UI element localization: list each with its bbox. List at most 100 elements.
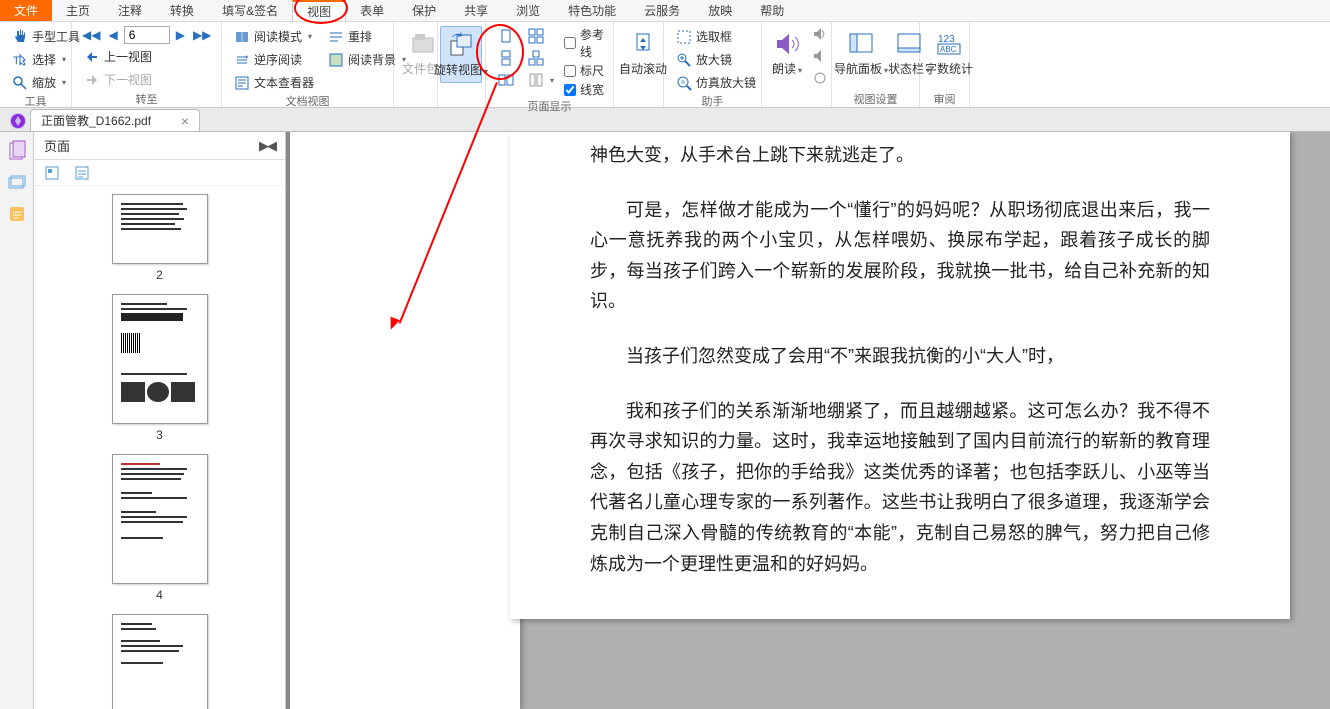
thumbnail-page-5[interactable] (34, 614, 285, 709)
menu-convert[interactable]: 转换 (156, 0, 208, 21)
nav-panel-button[interactable]: 导航面板▾ (840, 26, 882, 81)
hand-icon (12, 29, 28, 45)
text-icon (234, 75, 250, 91)
next-view-label: 下一视图 (104, 71, 152, 88)
menu-slideshow[interactable]: 放映 (694, 0, 746, 21)
ref-line-checkbox[interactable]: 参考线 (564, 26, 605, 60)
menu-browse[interactable]: 浏览 (502, 0, 554, 21)
thumb-tool-1-icon[interactable] (44, 165, 60, 181)
doc-paragraph-3: 当孩子们忽然变成了会用“不”来跟我抗衡的小“大人”时， (590, 341, 1210, 372)
side-bookmark-icon[interactable] (6, 204, 28, 226)
menu-form[interactable]: 表单 (346, 0, 398, 21)
app-icon (9, 112, 27, 130)
side-pages-icon[interactable] (6, 140, 28, 162)
single-page-icon (498, 28, 514, 44)
prev-view-icon (84, 49, 100, 65)
side-layers-icon[interactable] (6, 172, 28, 194)
vol-set-icon[interactable] (812, 70, 828, 86)
group-label-rotate (440, 91, 483, 105)
menu-annotate[interactable]: 注释 (104, 0, 156, 21)
reverse-icon (234, 52, 250, 68)
thumbnail-page-4[interactable]: 4 (34, 454, 285, 602)
page-number-input[interactable] (124, 26, 170, 44)
prev-page-button[interactable]: ◀ (106, 28, 119, 42)
ribbon: 手型工具 T 选择▾ 缩放▾ 工具 ◀◀ ◀ ▶ ▶▶ 上 (0, 22, 1330, 108)
document-view[interactable]: 神色大变，从手术台上跳下来就逃走了。 可是，怎样做才能成为一个“懂行”的妈妈呢？… (286, 132, 1330, 709)
rotate-view-button[interactable]: 旋转视图▾ (440, 26, 482, 83)
reflow-label: 重排 (348, 28, 372, 45)
prev-view-button[interactable]: 上一视图 (80, 46, 213, 67)
pages-thumbnails[interactable]: 2 3 4 (34, 186, 285, 709)
menu-help[interactable]: 帮助 (746, 0, 798, 21)
vol-down-icon[interactable] (812, 48, 828, 64)
read-aloud-button[interactable]: 朗读▾ (770, 26, 804, 81)
ribbon-group-tools: 手型工具 T 选择▾ 缩放▾ 工具 (0, 22, 72, 107)
layout-more-button[interactable]: ▾ (524, 70, 558, 90)
ribbon-group-autoscroll: 自动滚动 (614, 22, 664, 107)
doc-paragraph-2: 可是，怎样做才能成为一个“懂行”的妈妈呢？从职场彻底退出来后，我一心一意抚养我的… (590, 195, 1210, 317)
bg-icon (328, 52, 344, 68)
menu-fillsign[interactable]: 填写&签名 (208, 0, 292, 21)
menu-features[interactable]: 特色功能 (554, 0, 630, 21)
pages-panel-title: 页面 (44, 136, 70, 155)
layout-dual-button[interactable] (524, 26, 558, 46)
layout-cover-button[interactable] (524, 48, 558, 68)
next-view-button[interactable]: 下一视图 (80, 69, 213, 90)
text-viewer-button[interactable]: 文本查看器 (230, 72, 318, 93)
sim-magnifier-button[interactable]: 仿真放大镜 (672, 72, 760, 93)
group-label-goto: 转至 (80, 91, 213, 105)
group-label-filepkg (402, 91, 429, 105)
menu-protect[interactable]: 保护 (398, 0, 450, 21)
menu-home[interactable]: 主页 (52, 0, 104, 21)
word-count-button[interactable]: 123ABC 字数统计 (928, 26, 970, 81)
group-label-tools: 工具 (8, 93, 63, 107)
menu-bar: 文件 主页 注释 转换 填写&签名 视图 表单 保护 共享 浏览 特色功能 云服… (0, 0, 1330, 22)
vol-up-icon[interactable] (812, 26, 828, 42)
select-icon: T (12, 52, 28, 68)
menu-view[interactable]: 视图 (292, 0, 346, 21)
svg-text:123: 123 (938, 34, 955, 45)
marquee-label: 选取框 (696, 28, 732, 45)
thumbnail-page-2[interactable]: 2 (34, 194, 285, 282)
next-page-button[interactable]: ▶ (174, 28, 187, 42)
read-mode-label: 阅读模式 (254, 28, 302, 45)
marquee-button[interactable]: 选取框 (672, 26, 760, 47)
menu-file[interactable]: 文件 (0, 0, 52, 21)
last-page-button[interactable]: ▶▶ (191, 28, 213, 42)
menu-cloud[interactable]: 云服务 (630, 0, 694, 21)
linewidth-checkbox[interactable]: 线宽 (564, 81, 605, 98)
magnifier-button[interactable]: 放大镜 (672, 49, 760, 70)
read-bg-label: 阅读背景 (348, 51, 396, 68)
collapse-panel-button[interactable]: ▶◀ (259, 138, 275, 154)
read-mode-button[interactable]: 阅读模式▾ (230, 26, 318, 47)
svg-text:T: T (13, 55, 20, 67)
layout-facing-button[interactable] (494, 70, 518, 90)
prev-view-label: 上一视图 (104, 48, 152, 65)
menu-share[interactable]: 共享 (450, 0, 502, 21)
document-tab[interactable]: 正面管教_D1662.pdf × (30, 109, 200, 131)
pages-panel-header: 页面 ▶◀ (34, 132, 285, 160)
magnifier-label: 放大镜 (696, 51, 732, 68)
group-label-docview: 文档视图 (230, 93, 385, 107)
wordcount-icon: 123ABC (935, 30, 963, 58)
ribbon-group-viewset: 导航面板▾ 状态栏▾ 视图设置 (832, 22, 920, 107)
layout-single-button[interactable] (494, 26, 518, 46)
ribbon-group-rotate: 旋转视图▾ (438, 22, 486, 107)
ribbon-group-assistant: 选取框 放大镜 仿真放大镜 助手 (664, 22, 762, 107)
ruler-label: 标尺 (580, 62, 604, 79)
zoom-icon (12, 75, 28, 91)
marquee-icon (676, 29, 692, 45)
ruler-checkbox[interactable]: 标尺 (564, 62, 605, 79)
rotate-icon (447, 31, 475, 59)
side-strip (0, 132, 34, 709)
ribbon-group-readaloud: 朗读▾ (762, 22, 832, 107)
close-tab-button[interactable]: × (181, 113, 189, 129)
page-nav: ◀◀ ◀ ▶ ▶▶ (80, 26, 213, 44)
thumb-tool-2-icon[interactable] (74, 165, 90, 181)
nav-panel-label: 导航面板▾ (834, 60, 888, 77)
autoscroll-button[interactable]: 自动滚动 (622, 26, 664, 81)
thumbnail-page-3[interactable]: 3 (34, 294, 285, 442)
reverse-read-button[interactable]: 逆序阅读 (230, 49, 318, 70)
layout-continuous-button[interactable] (494, 48, 518, 68)
first-page-button[interactable]: ◀◀ (80, 28, 102, 42)
